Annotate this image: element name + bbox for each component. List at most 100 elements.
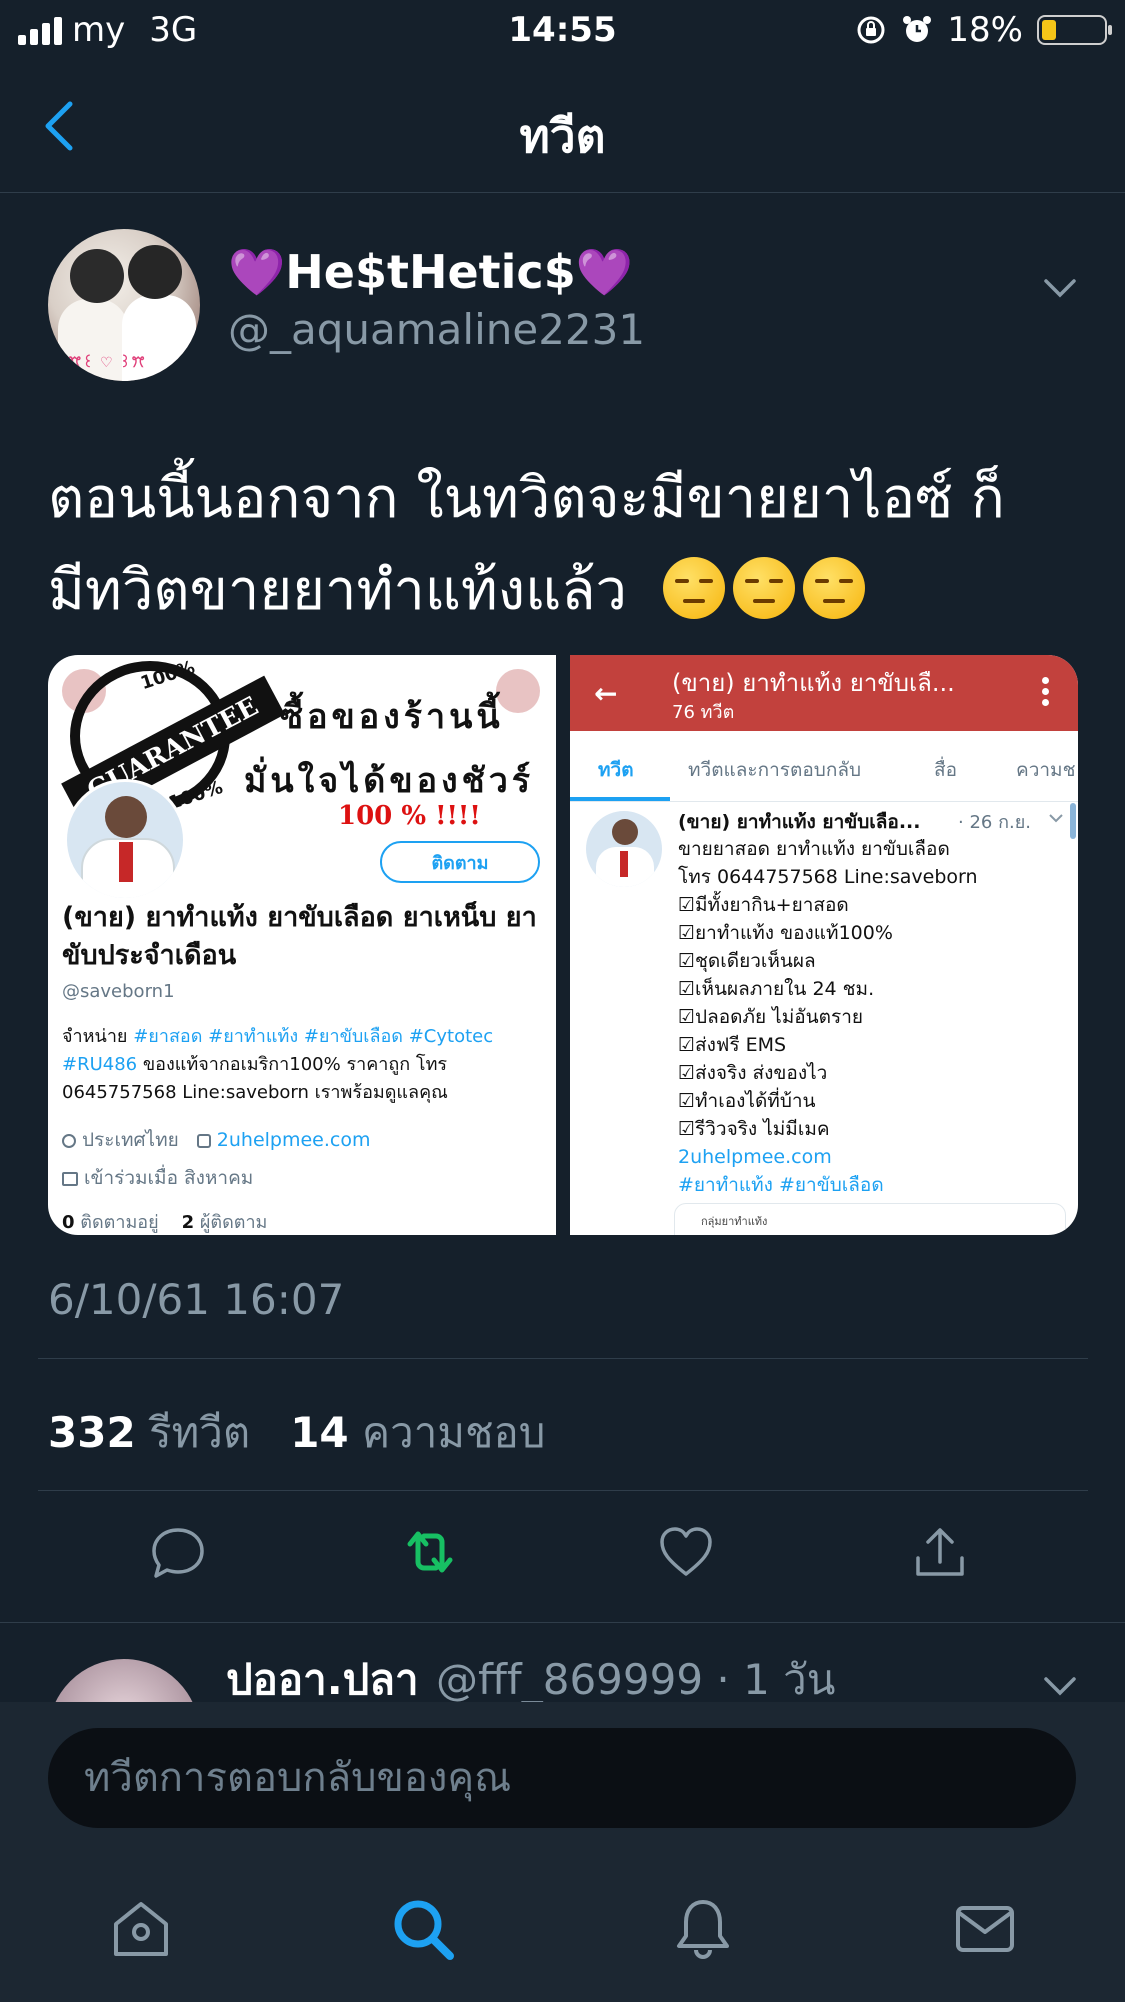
calendar-icon (62, 1172, 78, 1186)
follow-counts: 0 ติดตามอยู่ 2 ผู้ติดตาม (62, 1207, 267, 1235)
profile-joined: เข้าร่วมเมื่อ สิงหาคม (84, 1167, 254, 1189)
tab-tweets: ทวีต (598, 759, 634, 781)
reply-input[interactable] (48, 1728, 1076, 1828)
profile-name: (ขาย) ยาทำแท้ง ยาขับเลือด ยาเหน็บ ยาขับป… (62, 902, 537, 971)
search-icon[interactable] (388, 1894, 458, 1964)
timeline-count: 76 ทวีต (672, 702, 735, 723)
arrow-left-icon: ← (594, 677, 618, 710)
like-label[interactable]: ความชอบ (362, 1408, 545, 1457)
rotation-lock-icon (857, 16, 885, 44)
retweet-icon[interactable] (400, 1522, 460, 1582)
like-count[interactable]: 14 (290, 1408, 348, 1457)
notifications-icon[interactable] (668, 1894, 738, 1964)
tweet-timestamp: 6/10/61 16:07 (48, 1275, 345, 1324)
tweet-line: โทร 0644757568 Line:saveborn (678, 866, 978, 888)
tab-bar (0, 1860, 1125, 2000)
tweet-line: ☑ส่งฟรี EMS (678, 1034, 787, 1056)
tweet-link: 2uhelpmee.com (678, 1146, 832, 1168)
timeline-tweet-body: ขายยาสอด ยาทำแท้ง ยาขับเลือด โทร 0644757… (678, 835, 1078, 1199)
tweet-line: ขายยาสอด ยาทำแท้ง ยาขับเลือด (678, 838, 950, 860)
timeline-header: ← (ขาย) ยาทำแท้ง ยาขับเลื... 76 ทวีต (570, 655, 1078, 731)
reply-handle-time: @fff_869999 · 1 วัน (436, 1655, 836, 1703)
tweet-text-line2: มีทวิตขายยาทำแท้งแล้ว (48, 545, 1088, 637)
alarm-icon (903, 16, 932, 42)
profile-avatar (64, 779, 186, 901)
chevron-down-icon[interactable] (1040, 1671, 1080, 1701)
tweet-stats: 332 รีทวีต 14 ความชอบ (48, 1400, 545, 1466)
tweet-text-line2-text: มีทวิตขายยาทำแท้งแล้ว (48, 558, 628, 623)
timeline-tweet-name: (ขาย) ยาทำแท้ง ยาขับเลือ... (678, 811, 921, 833)
tab-media: สื่อ (934, 759, 958, 781)
media-image-profile[interactable]: 100% GUARANTEE 100% ซื้อของร้านนี้ มั่นใ… (48, 655, 556, 1235)
tweet-text-line1: ตอนนี้นอกจาก ในทวิตจะมีขายยาไอซ์ ก็ (48, 466, 1005, 531)
link-icon (196, 1134, 211, 1148)
status-bar: my 3G 14:55 18% (0, 0, 1125, 62)
promo-line1: ซื้อของร้านนี้ (280, 697, 504, 737)
reply-display-name[interactable]: ปออา.ปลา (226, 1647, 419, 1703)
joined-row: เข้าร่วมเมื่อ สิงหาคม (62, 1163, 253, 1193)
home-icon[interactable] (106, 1894, 176, 1964)
profile-meta: ประเทศไทย 2uhelpmee.com (62, 1125, 370, 1155)
divider (38, 1358, 1088, 1359)
scroll-indicator (1070, 803, 1076, 839)
timeline-tweet-date: · 26 ก.ย. (958, 812, 1031, 833)
following-count: 0 (62, 1212, 75, 1233)
tweet-hashtags: #ยาทำแท้ง #ยาขับเลือด (678, 1174, 884, 1196)
avatar-caption: ꔫ꒰ ♡ ꒱ꔫ (68, 355, 146, 371)
followers-label: ผู้ติดตาม (199, 1212, 268, 1233)
unamused-face-emoji-icon (802, 557, 865, 619)
tweet-line: ☑ยาทำแท้ง ของแท้100% (678, 922, 893, 944)
divider (38, 1490, 1088, 1491)
unamused-face-emoji-icon (662, 557, 725, 619)
link-card: กลุ่มยาทำแท้ง (674, 1203, 1066, 1235)
timeline-avatar (586, 811, 662, 887)
page-title: ทวีต (519, 109, 606, 163)
tweet-line: ☑ชุดเดียวเห็นผล (678, 950, 816, 972)
follow-button: ติดตาม (380, 841, 540, 883)
promo-line2: มั่นใจได้ของชัวร์ (244, 761, 535, 801)
retweet-label[interactable]: รีทวีต (149, 1408, 250, 1457)
profile-handle: @saveborn1 (62, 981, 175, 1002)
display-name[interactable]: 💜He$tHetic$💜 (228, 245, 633, 300)
battery-icon (1037, 15, 1112, 45)
avatar[interactable] (48, 1659, 200, 1703)
tab-tweets-replies: ทวีตและการตอบกลับ (688, 759, 862, 781)
tweet-line: ☑ส่งจริง ส่งของไว (678, 1062, 828, 1084)
following-label: ติดตามอยู่ (80, 1212, 159, 1233)
battery-percent: 18% (947, 10, 1023, 50)
followers-count: 2 (181, 1212, 195, 1233)
share-icon[interactable] (910, 1522, 970, 1582)
more-vertical-icon (1042, 677, 1050, 707)
heart-icon[interactable] (656, 1522, 716, 1582)
tweet-media[interactable]: 100% GUARANTEE 100% ซื้อของร้านนี้ มั่นใ… (48, 655, 1078, 1235)
reply-tweet[interactable]: ปออา.ปลา @fff_869999 · 1 วัน (0, 1623, 1125, 1703)
tweet-line: ☑มีทั้งยากิน+ยาสอด (678, 894, 849, 916)
retweet-count[interactable]: 332 (48, 1408, 136, 1457)
messages-icon[interactable] (950, 1894, 1020, 1964)
unamused-face-emoji-icon (732, 557, 795, 619)
nav-header: ทวีต (0, 62, 1125, 193)
profile-bio: จำหน่าย #ยาสอด #ยาทำแท้ง #ยาขับเลือด #Cy… (62, 1023, 546, 1107)
media-image-timeline[interactable]: ← (ขาย) ยาทำแท้ง ยาขับเลื... 76 ทวีต ทวี… (570, 655, 1078, 1235)
promo-line3: 100 % !!!! (338, 801, 481, 831)
user-handle[interactable]: @_aquamaline2231 (228, 305, 645, 354)
location-row: ประเทศไทย (62, 1125, 179, 1155)
tweet-line: ☑ปลอดภัย ไม่อันตราย (678, 1006, 864, 1028)
tweet-line: ☑ทำเองได้ที่บ้าน (678, 1090, 816, 1112)
profile-link: 2uhelpmee.com (216, 1129, 371, 1151)
bio-prefix: จำหน่าย (62, 1026, 134, 1047)
chevron-down-icon (1049, 814, 1063, 823)
profile-location: ประเทศไทย (82, 1129, 179, 1151)
location-pin-icon (62, 1134, 76, 1148)
card-caption: กลุ่มยาทำแท้ง (701, 1215, 768, 1228)
avatar[interactable]: ꔫ꒰ ♡ ꒱ꔫ (48, 229, 200, 381)
reply-icon[interactable] (148, 1522, 208, 1582)
tab-likes: ความช (1016, 759, 1076, 781)
timeline-tabs: ทวีต ทวีตและการตอบกลับ สื่อ ความช (570, 731, 1078, 802)
status-right: 18% (855, 10, 1112, 50)
tweet-line: ☑เห็นผลภายใน 24 ชม. (678, 978, 875, 1000)
tweet-line: ☑รีวิวจริง ไม่มีเมค (678, 1118, 830, 1140)
tab-underline (570, 797, 670, 801)
chevron-down-icon[interactable] (1040, 273, 1080, 303)
tweet-text: ตอนนี้นอกจาก ในทวิตจะมีขายยาไอซ์ ก็ มีทว… (48, 453, 1088, 637)
